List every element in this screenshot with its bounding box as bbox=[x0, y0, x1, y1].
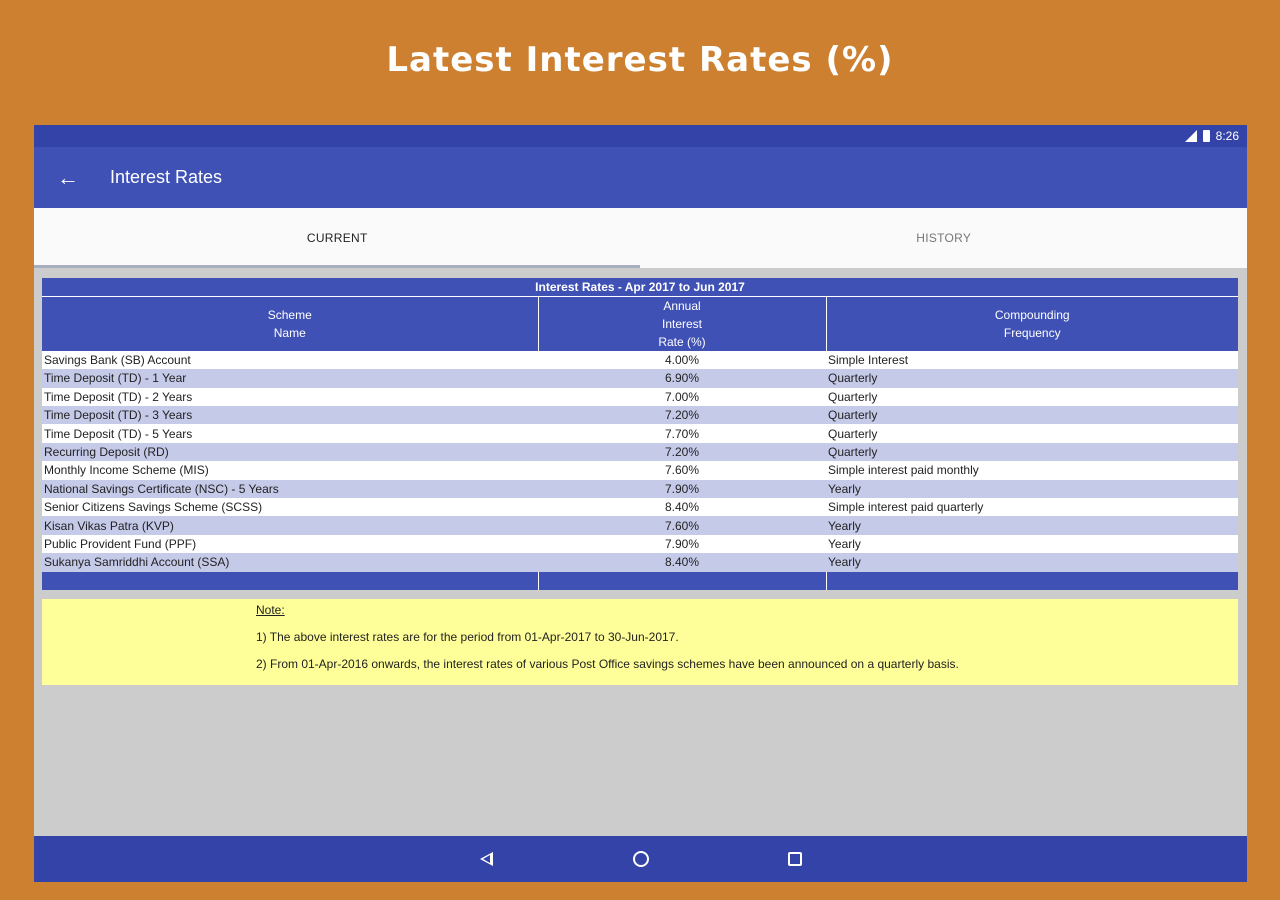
table-row: Public Provident Fund (PPF) 7.90% Yearly bbox=[42, 534, 1238, 554]
tab-indicator bbox=[34, 265, 640, 268]
table-row: Sukanya Samriddhi Account (SSA) 8.40% Year… bbox=[42, 553, 1238, 572]
tab-label: HISTORY bbox=[916, 231, 972, 245]
frequency-cell: Quarterly bbox=[826, 424, 1238, 443]
app-bar: ← Interest Rates bbox=[34, 147, 1247, 208]
nav-home-icon bbox=[632, 851, 649, 867]
rate-cell: 8.40% bbox=[538, 553, 826, 572]
frequency-cell: Simple interest paid quarterly bbox=[826, 498, 1238, 517]
frequency-cell: Yearly bbox=[826, 516, 1238, 535]
battery-icon bbox=[1202, 130, 1210, 142]
header-text: Interest bbox=[661, 316, 703, 331]
header-scheme-name: Scheme Name bbox=[42, 295, 539, 351]
tab-history[interactable]: HISTORY bbox=[641, 208, 1248, 268]
table-footer bbox=[42, 571, 1238, 590]
table-row: Monthly Income Scheme (MIS) 7.60% Simple i… bbox=[42, 461, 1238, 480]
nav-home-button[interactable] bbox=[624, 842, 658, 876]
header-text: Compounding bbox=[994, 307, 1070, 322]
table-row: Recurring Deposit (RD) 7.20% Quarterly bbox=[42, 442, 1238, 462]
rate-cell: 4.00% bbox=[538, 350, 826, 370]
nav-back-button[interactable] bbox=[470, 842, 504, 876]
status-time: 8:26 bbox=[1215, 129, 1239, 143]
arrow-back-icon: ← bbox=[57, 164, 79, 190]
header-text: Scheme bbox=[267, 307, 312, 322]
table-row: Savings Bank (SB) Account 4.00% Simple Int… bbox=[42, 350, 1238, 370]
scheme-name-cell: Time Deposit (TD) - 5 Years bbox=[42, 424, 538, 443]
scheme-name-cell: Kisan Vikas Patra (KVP) bbox=[42, 516, 538, 535]
tab-current[interactable]: CURRENT bbox=[34, 208, 641, 268]
interest-rates-table: Interest Rates - Apr 2017 to Jun 2017 Sc… bbox=[42, 278, 1238, 590]
tab-bar: CURRENT HISTORY bbox=[34, 208, 1247, 268]
scheme-name-cell: Time Deposit (TD) - 1 Year bbox=[42, 369, 538, 388]
scheme-name-cell: Monthly Income Scheme (MIS) bbox=[42, 461, 538, 480]
frequency-cell: Yearly bbox=[826, 553, 1238, 572]
frequency-cell: Simple interest paid monthly bbox=[826, 461, 1238, 480]
status-bar: 8:26 bbox=[34, 125, 1247, 147]
rate-cell: 7.20% bbox=[538, 406, 826, 425]
header-annual-rate: Annual Interest Rate (%) bbox=[538, 295, 827, 351]
frequency-cell: Quarterly bbox=[826, 369, 1238, 388]
frequency-cell: Yearly bbox=[826, 534, 1238, 554]
rate-cell: 7.70% bbox=[538, 424, 826, 443]
rate-cell: 7.60% bbox=[538, 516, 826, 535]
rate-cell: 7.90% bbox=[538, 479, 826, 499]
table-row: Time Deposit (TD) - 1 Year 6.90% Quarterly bbox=[42, 369, 1238, 388]
rate-cell: 7.20% bbox=[538, 442, 826, 462]
scheme-name-cell: Time Deposit (TD) - 2 Years bbox=[42, 387, 538, 407]
table-row: Kisan Vikas Patra (KVP) 7.60% Yearly bbox=[42, 516, 1238, 535]
frequency-cell: Quarterly bbox=[826, 442, 1238, 462]
header-compounding-frequency: Compounding Frequency bbox=[826, 295, 1238, 351]
table-row: Time Deposit (TD) - 5 Years 7.70% Quarterl… bbox=[42, 424, 1238, 443]
app-title: Interest Rates bbox=[110, 167, 223, 187]
scheme-name-cell: Time Deposit (TD) - 3 Years bbox=[42, 406, 538, 425]
header-text: Name bbox=[273, 325, 306, 340]
header-text: Frequency bbox=[1003, 325, 1061, 340]
note-title: Note: bbox=[256, 602, 285, 617]
header-text: Annual bbox=[663, 298, 701, 313]
table-row: Time Deposit (TD) - 2 Years 7.00% Quarterl… bbox=[42, 387, 1238, 407]
frequency-cell: Yearly bbox=[826, 479, 1238, 499]
navigation-bar bbox=[34, 836, 1247, 882]
frequency-cell: Quarterly bbox=[826, 387, 1238, 407]
frequency-cell: Quarterly bbox=[826, 406, 1238, 425]
table-row: Senior Citizens Savings Scheme (SCSS) 8.4… bbox=[42, 498, 1238, 517]
table-row: National Savings Certificate (NSC) - 5 Y… bbox=[42, 479, 1238, 499]
scheme-name-cell: Sukanya Samriddhi Account (SSA) bbox=[42, 553, 538, 572]
nav-back-icon bbox=[480, 852, 493, 866]
scheme-name-cell: National Savings Certificate (NSC) - 5 Y… bbox=[42, 479, 538, 499]
note-line: 1) The above interest rates are for the … bbox=[256, 629, 679, 644]
note-box: Note: 1) The above interest rates are fo… bbox=[42, 598, 1238, 685]
table-caption: Interest Rates - Apr 2017 to Jun 2017 bbox=[42, 278, 1238, 297]
content-area: Interest Rates - Apr 2017 to Jun 2017 Sc… bbox=[34, 268, 1247, 685]
rate-cell: 7.60% bbox=[538, 461, 826, 480]
nav-recents-button[interactable] bbox=[778, 842, 812, 876]
rate-cell: 7.90% bbox=[538, 534, 826, 554]
device-screen: 8:26 ← Interest Rates CURRENT HISTORY In… bbox=[34, 125, 1247, 882]
table-row: Time Deposit (TD) - 3 Years 7.20% Quarterl… bbox=[42, 406, 1238, 425]
rate-cell: 8.40% bbox=[538, 498, 826, 517]
rate-cell: 7.00% bbox=[538, 387, 826, 407]
note-line: 2) From 01-Apr-2016 onwards, the interes… bbox=[256, 656, 959, 671]
scheme-name-cell: Savings Bank (SB) Account bbox=[42, 350, 538, 370]
signal-icon bbox=[1184, 130, 1197, 142]
scheme-name-cell: Recurring Deposit (RD) bbox=[42, 442, 538, 462]
scheme-name-cell: Senior Citizens Savings Scheme (SCSS) bbox=[42, 498, 538, 517]
scheme-name-cell: Public Provident Fund (PPF) bbox=[42, 534, 538, 554]
banner-title: Latest Interest Rates (%) bbox=[386, 40, 894, 80]
rate-cell: 6.90% bbox=[538, 369, 826, 388]
header-text: Rate (%) bbox=[658, 334, 706, 349]
tab-label: CURRENT bbox=[306, 231, 368, 245]
frequency-cell: Simple Interest bbox=[826, 350, 1238, 370]
back-button[interactable]: ← bbox=[34, 147, 102, 208]
nav-recents-icon bbox=[787, 852, 802, 866]
